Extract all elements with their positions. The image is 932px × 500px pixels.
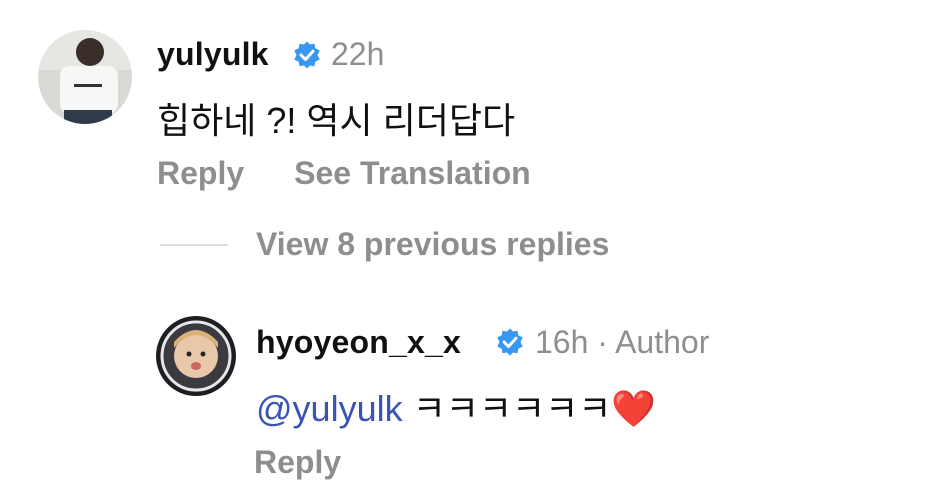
verified-badge-icon [495,327,525,357]
see-translation-button[interactable]: See Translation [294,155,531,191]
reply-button[interactable]: Reply [254,444,341,480]
avatar[interactable] [38,30,132,124]
username[interactable]: yulyulk [157,36,269,73]
view-replies-label[interactable]: View 8 previous replies [256,226,609,263]
timestamp: 16h · Author [535,324,710,360]
divider-line [160,243,228,246]
comment-text: @yulyulk ㅋㅋㅋㅋㅋㅋ❤️ [256,380,656,432]
avatar[interactable] [156,316,236,396]
username[interactable]: hyoyeon_x_x [256,324,461,361]
comment-actions: Reply See Translation [157,155,531,192]
comment-thread: yulyulk 22h 힙하네 ?! 역시 리더답다 Reply See Tran… [0,0,932,500]
view-previous-replies[interactable]: View 8 previous replies [160,226,609,263]
reply-button[interactable]: Reply [157,155,244,191]
heart-emoji: ❤️ [611,388,657,429]
comment-yulyulk: yulyulk 22h 힙하네 ?! 역시 리더답다 Reply See Tran… [0,0,932,220]
verified-badge-icon [292,40,322,70]
comment-text: 힙하네 ?! 역시 리더답다 [157,100,516,141]
reply-text: ㅋㅋㅋㅋㅋㅋ [412,388,612,429]
mention-link[interactable]: @yulyulk [256,388,403,429]
timestamp: 22h [331,36,385,72]
comment-actions: Reply [254,444,341,481]
